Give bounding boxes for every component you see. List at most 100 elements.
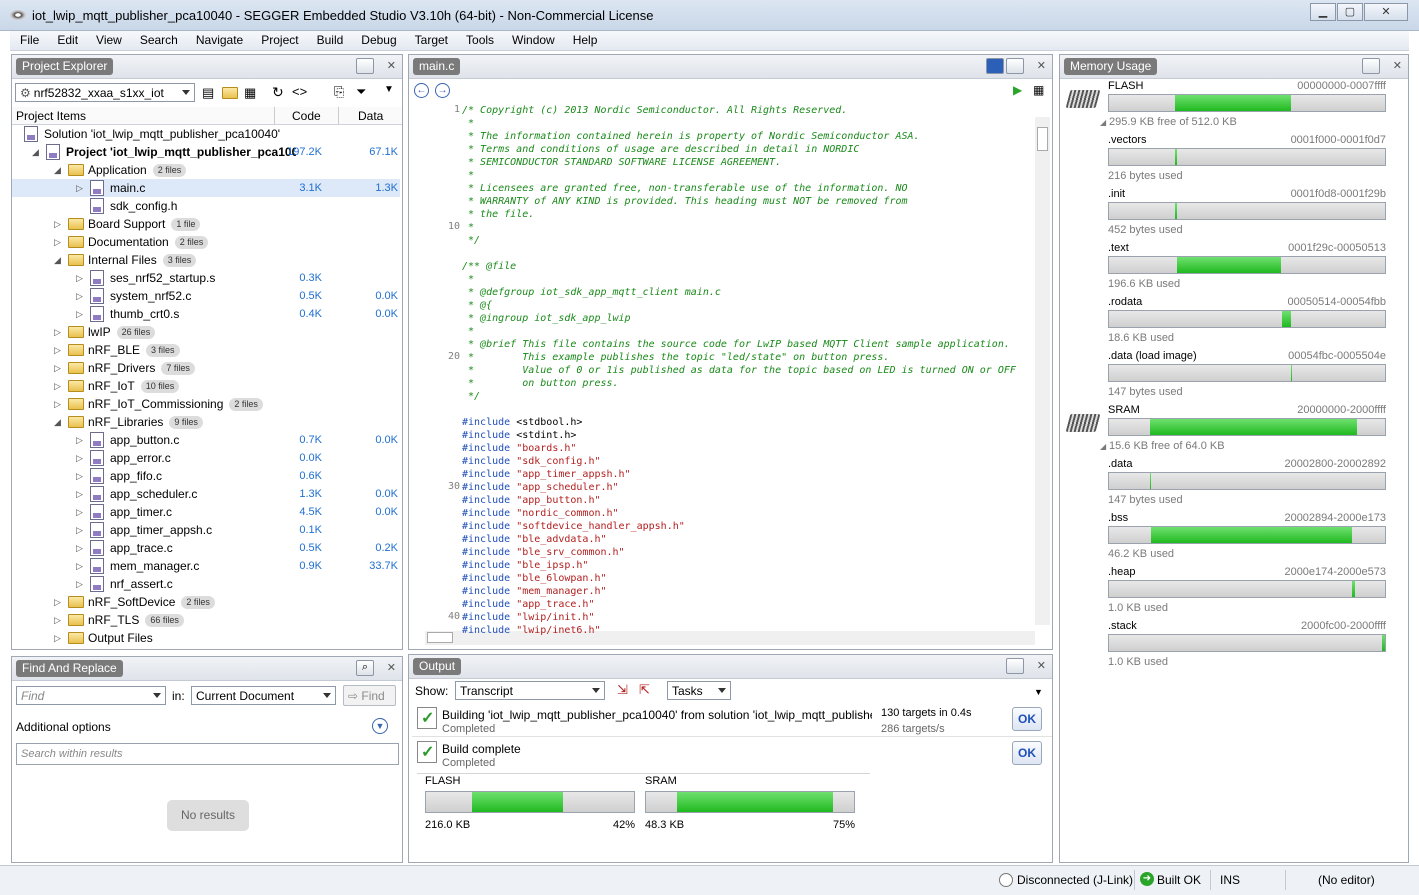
output-options-icon[interactable]	[1006, 658, 1024, 674]
menu-target[interactable]: Target	[405, 31, 456, 47]
vertical-scrollbar[interactable]	[1035, 117, 1050, 625]
menu-view[interactable]: View	[86, 31, 130, 47]
memory-section[interactable]: .data 20002800-20002892 147 bytes used	[1108, 458, 1388, 512]
tree-folder[interactable]: ▷ Documentation 2 files	[12, 233, 400, 251]
expand-icon[interactable]: ▷	[54, 215, 61, 233]
tree-file[interactable]: ▷ app_timer.c 4.5K 0.0K	[12, 503, 400, 521]
tree-file[interactable]: ▷ main.c 3.1K 1.3K	[12, 179, 400, 197]
tree-folder[interactable]: ▷ lwIP 26 files	[12, 323, 400, 341]
menu-help[interactable]: Help	[563, 31, 606, 47]
collapse-icon[interactable]: ◢	[54, 413, 61, 431]
editor-tab-main-c[interactable]: main.c	[413, 58, 461, 75]
memory-options-icon[interactable]	[1362, 58, 1380, 74]
col-project-items[interactable]: Project Items	[16, 109, 86, 123]
memory-section[interactable]: SRAM 20000000-2000ffff ◢ 15.6 KB free of 6…	[1100, 404, 1388, 458]
menu-tools[interactable]: Tools	[456, 31, 502, 47]
expand-icon[interactable]: ▷	[76, 305, 83, 323]
tree-folder[interactable]: ◢ nRF_Libraries 9 files	[12, 413, 400, 431]
collapse-icon[interactable]: ◢	[54, 161, 61, 179]
tree-folder[interactable]: ▷ nRF_Drivers 7 files	[12, 359, 400, 377]
tree-folder[interactable]: ▷ nRF_IoT 10 files	[12, 377, 400, 395]
expand-icon[interactable]: ▷	[54, 323, 61, 341]
maximize-button[interactable]: ▢	[1337, 3, 1363, 21]
outline-icon[interactable]: ▦	[1033, 83, 1044, 97]
add-item-icon[interactable]: ⎘	[334, 84, 344, 100]
filter-icon[interactable]: ⏷	[356, 84, 366, 100]
ok-button[interactable]: OK	[1012, 707, 1042, 731]
tree-folder[interactable]: ▷ nRF_BLE 3 files	[12, 341, 400, 359]
menu-project[interactable]: Project	[251, 31, 306, 47]
chevron-down-icon[interactable]: ▼	[384, 84, 394, 95]
forward-icon[interactable]: →	[435, 83, 450, 98]
show-select[interactable]: Transcript	[455, 681, 605, 700]
scroll-thumb[interactable]	[1037, 127, 1048, 151]
code-icon[interactable]: <>	[292, 84, 307, 99]
tree-project[interactable]: ◢ Project 'iot_lwip_mqtt_publisher_pca100…	[12, 143, 400, 161]
back-icon[interactable]: ←	[414, 83, 429, 98]
close-icon[interactable]: ✕	[1037, 59, 1046, 72]
close-button[interactable]: ✕	[1364, 3, 1408, 21]
scope-select[interactable]: Current Document	[191, 686, 336, 705]
find-input[interactable]: Find	[16, 686, 166, 705]
col-code[interactable]: Code	[292, 109, 321, 123]
menu-edit[interactable]: Edit	[47, 31, 86, 47]
menu-navigate[interactable]: Navigate	[186, 31, 251, 47]
expand-icon[interactable]: ▷	[76, 179, 83, 197]
search-results-input[interactable]: Search within results	[16, 743, 399, 765]
close-icon[interactable]: ✕	[387, 661, 396, 674]
expand-icon[interactable]: ▷	[54, 593, 61, 611]
menu-search[interactable]: Search	[130, 31, 186, 47]
tree-file[interactable]: ▷ system_nrf52.c 0.5K 0.0K	[12, 287, 400, 305]
tree-file[interactable]: ▷ nrf_assert.c	[12, 575, 400, 593]
config-select[interactable]: ⚙ nrf52832_xxaa_s1xx_iot	[15, 83, 195, 102]
hscroll-thumb[interactable]	[427, 632, 453, 643]
memory-section[interactable]: .bss 20002894-2000e173 46.2 KB used	[1108, 512, 1388, 566]
menu-window[interactable]: Window	[502, 31, 563, 47]
expand-icon[interactable]: ▷	[54, 341, 61, 359]
prev-error-icon[interactable]: ⇲	[617, 682, 628, 698]
tree-folder[interactable]: ◢ Internal Files 3 files	[12, 251, 400, 269]
collapse-icon[interactable]: ◢	[1100, 442, 1106, 451]
menu-debug[interactable]: Debug	[351, 31, 404, 47]
tree-folder[interactable]: ▷ nRF_TLS 66 files	[12, 611, 400, 629]
expand-icon[interactable]: ▷	[76, 467, 83, 485]
settings-icon[interactable]: ▦	[244, 85, 256, 101]
ok-button[interactable]: OK	[1012, 741, 1042, 765]
memory-section[interactable]: .rodata 00050514-00054fbb 18.6 KB used	[1108, 296, 1388, 350]
minimize-button[interactable]: ▁	[1310, 3, 1336, 21]
properties-icon[interactable]: ▤	[202, 85, 214, 101]
tree-file[interactable]: ▷ app_fifo.c 0.6K	[12, 467, 400, 485]
tree-file[interactable]: ▷ thumb_crt0.s 0.4K 0.0K	[12, 305, 400, 323]
memory-section[interactable]: .data (load image) 00054fbc-0005504e 147 b…	[1108, 350, 1388, 404]
memory-section[interactable]: FLASH 00000000-0007ffff ◢ 295.9 KB free of…	[1100, 80, 1388, 134]
tree-file[interactable]: sdk_config.h	[12, 197, 400, 215]
close-icon[interactable]: ✕	[1393, 59, 1402, 72]
refresh-icon[interactable]: ↻	[272, 84, 284, 101]
expand-icon[interactable]: ▷	[54, 611, 61, 629]
tree-solution[interactable]: Solution 'iot_lwip_mqtt_publisher_pca100…	[12, 125, 400, 143]
expand-icon[interactable]: ▷	[76, 287, 83, 305]
expand-icon[interactable]: ▷	[54, 629, 61, 647]
tree-file[interactable]: ▷ app_button.c 0.7K 0.0K	[12, 431, 400, 449]
tree-file[interactable]: ▷ app_trace.c 0.5K 0.2K	[12, 539, 400, 557]
tree-folder[interactable]: ▷ Output Files	[12, 629, 400, 647]
tree-file[interactable]: ▷ app_error.c 0.0K	[12, 449, 400, 467]
tree-file[interactable]: ▷ mem_manager.c 0.9K 33.7K	[12, 557, 400, 575]
tasks-select[interactable]: Tasks	[667, 681, 731, 700]
find-button[interactable]: ⇨ Find	[343, 685, 396, 706]
next-error-icon[interactable]: ⇱	[639, 682, 650, 698]
chevron-down-icon[interactable]: ▼	[1034, 687, 1043, 697]
expand-options-icon[interactable]: ▼	[372, 718, 388, 734]
expand-icon[interactable]: ▷	[54, 233, 61, 251]
close-icon[interactable]: ✕	[1037, 659, 1046, 672]
tree-folder[interactable]: ▷ nRF_SoftDevice 2 files	[12, 593, 400, 611]
expand-icon[interactable]: ▷	[76, 449, 83, 467]
binoculars-icon[interactable]: ⌕	[356, 660, 374, 676]
folder-open-icon[interactable]	[222, 87, 238, 99]
run-icon[interactable]: ▶	[1013, 83, 1022, 97]
col-data[interactable]: Data	[358, 109, 383, 123]
collapse-icon[interactable]: ◢	[54, 251, 61, 269]
connection-status[interactable]: Disconnected (J-Link)	[1017, 873, 1133, 887]
expand-icon[interactable]: ▷	[54, 359, 61, 377]
tree-file[interactable]: ▷ app_timer_appsh.c 0.1K	[12, 521, 400, 539]
